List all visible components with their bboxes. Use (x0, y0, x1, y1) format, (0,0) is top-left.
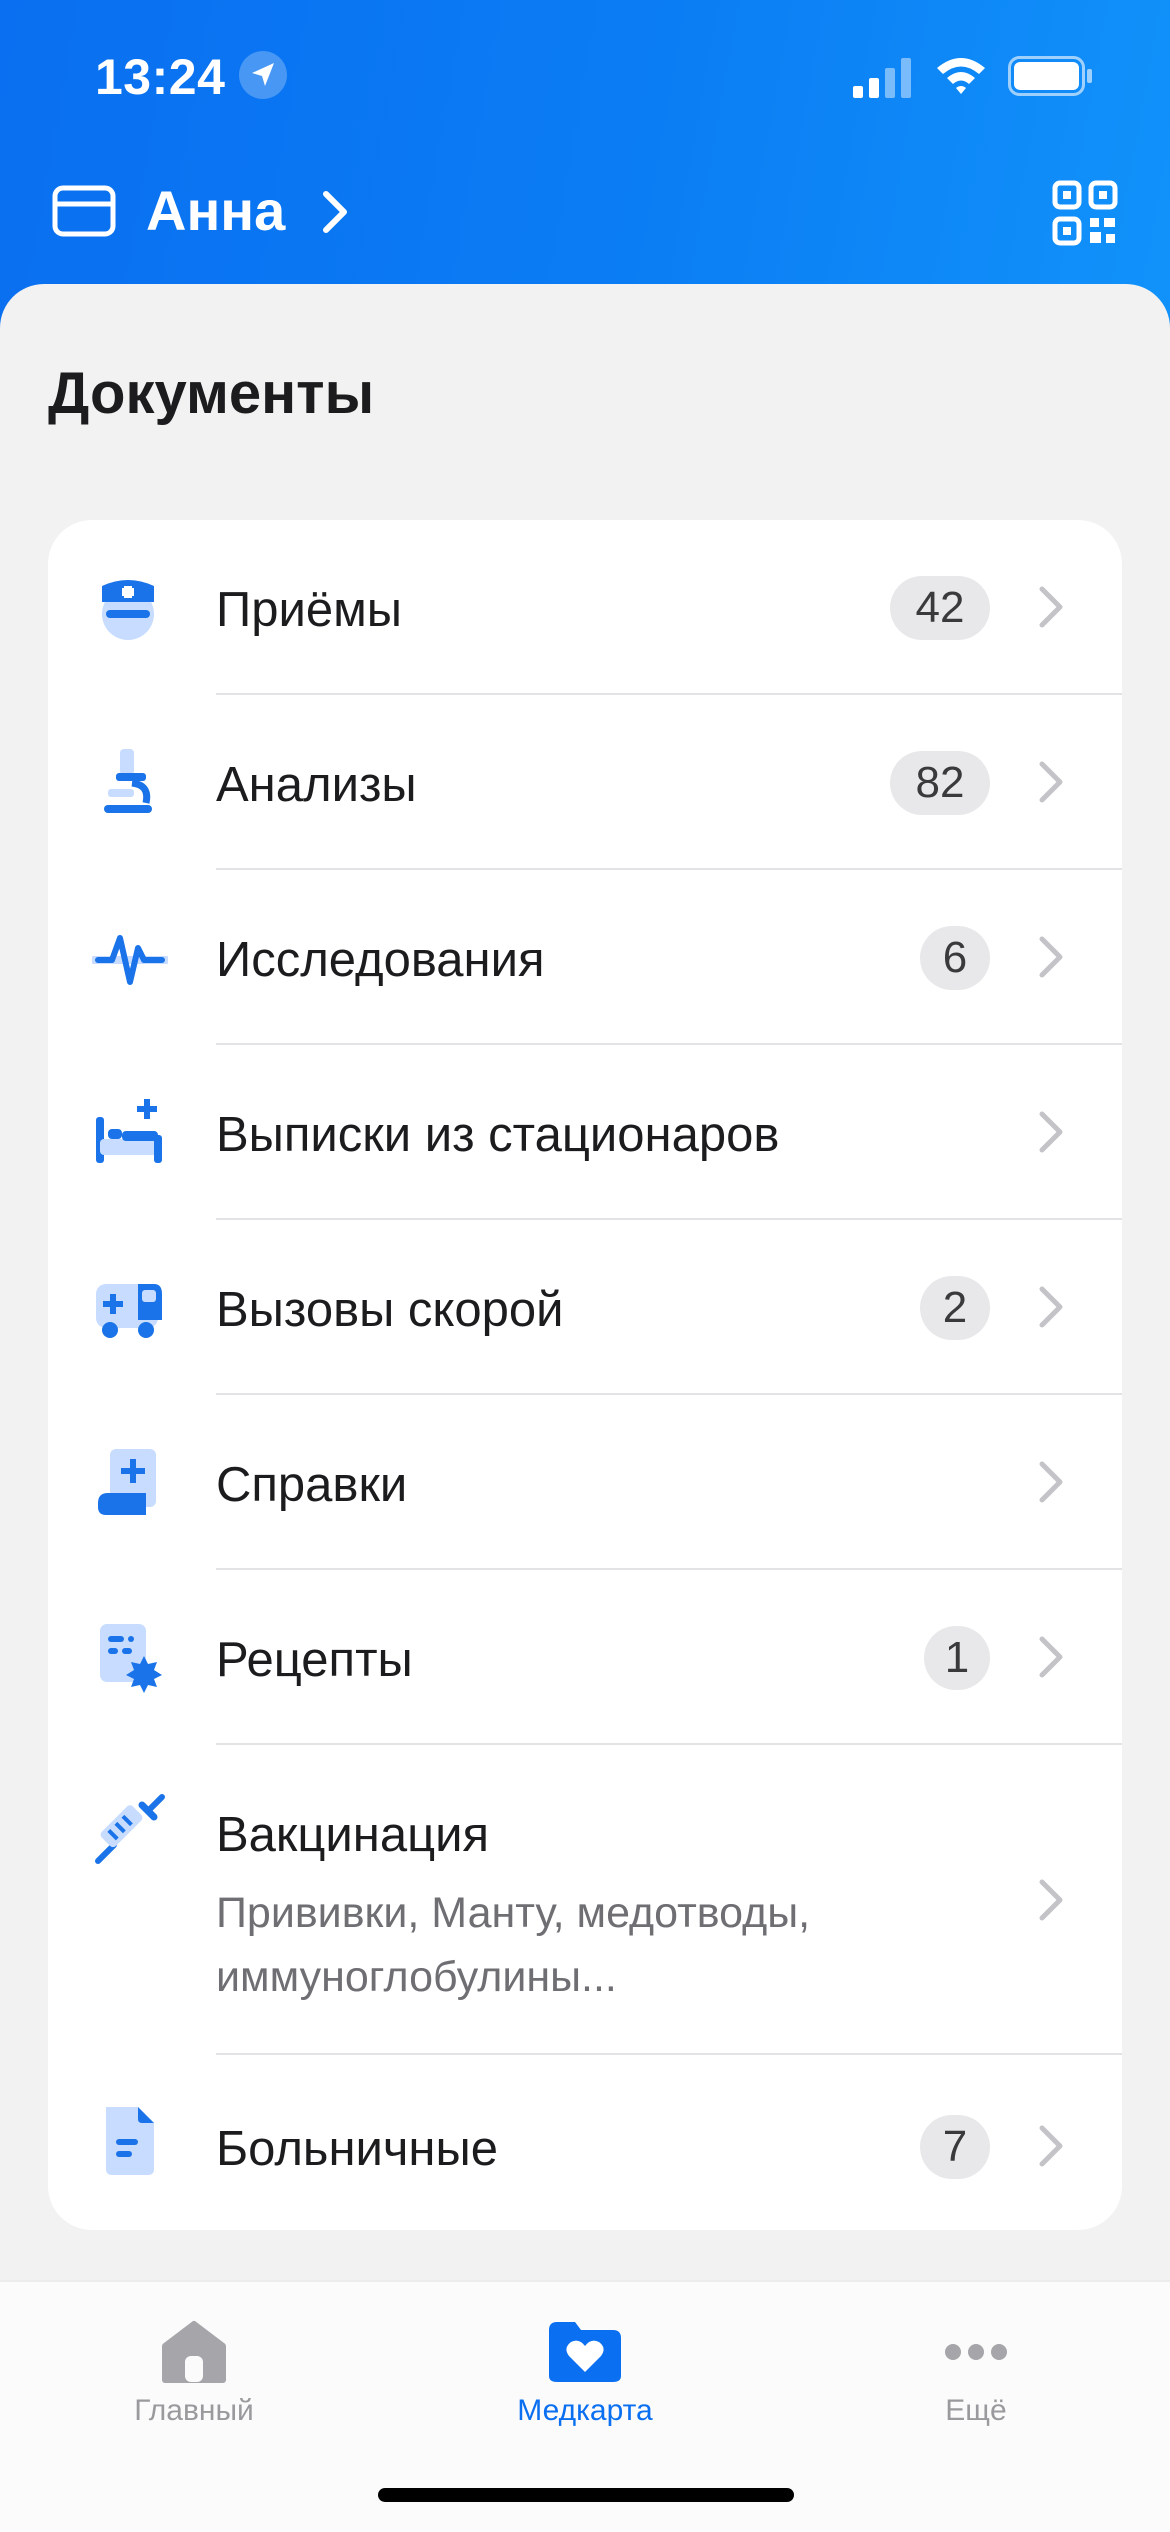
count-badge: 42 (890, 576, 990, 640)
chevron-right-icon (1039, 1461, 1063, 1503)
list-item-vaccination[interactable]: Вакцинация Прививки, Манту, медотводы, и… (48, 1745, 1122, 2055)
item-label: Исследования (216, 933, 545, 987)
home-icon (162, 2321, 226, 2383)
list-item-analyses[interactable]: Анализы 82 (48, 695, 1122, 870)
pulse-icon (92, 935, 168, 985)
item-label: Вакцинация (216, 1808, 490, 1862)
count-badge: 6 (920, 926, 990, 990)
count-badge: 2 (920, 1276, 990, 1340)
chevron-right-icon (1039, 586, 1063, 628)
chevron-right-icon (1039, 761, 1063, 803)
list-item-sick-leaves[interactable]: Больничные 7 (48, 2055, 1122, 2230)
medcard-folder-icon (549, 2322, 621, 2382)
count-badge: 82 (890, 751, 990, 815)
item-sublabel-line2: иммуноглобулины... (216, 1953, 617, 2001)
item-label: Вызовы скорой (216, 1283, 564, 1337)
user-name[interactable]: Анна (146, 178, 285, 243)
count-badge: 7 (920, 2115, 990, 2179)
card-icon[interactable] (52, 185, 116, 237)
list-item-studies[interactable]: Исследования 6 (48, 870, 1122, 1045)
tab-label: Ещё (945, 2394, 1007, 2427)
microscope-icon (104, 749, 152, 813)
list-item-ambulance-calls[interactable]: Вызовы скорой 2 (48, 1220, 1122, 1395)
item-label: Анализы (216, 758, 417, 812)
qr-code-icon[interactable] (1052, 180, 1118, 246)
more-icon (945, 2344, 1007, 2360)
item-sublabel-line1: Прививки, Манту, медотводы, (216, 1889, 811, 1937)
item-label: Справки (216, 1458, 408, 1512)
tab-label: Главный (134, 2394, 254, 2427)
status-time: 13:24 (95, 49, 226, 105)
item-label: Больничные (216, 2122, 498, 2176)
ambulance-icon (96, 1284, 162, 1338)
battery-icon (1008, 56, 1092, 96)
location-arrow-icon (239, 51, 287, 99)
list-item-certificates[interactable]: Справки (48, 1395, 1122, 1570)
wifi-icon (937, 58, 985, 94)
tab-home[interactable]: Главный (44, 2300, 344, 2460)
section-title: Документы (48, 361, 375, 426)
chevron-right-icon (1039, 1879, 1063, 1921)
item-label: Рецепты (216, 1633, 413, 1687)
chevron-right-icon (1039, 936, 1063, 978)
certificate-icon (98, 1449, 156, 1515)
cellular-signal-icon (853, 58, 911, 98)
documents-list: Приёмы 42 Анализы 82 Исследования 6 Выпи… (48, 520, 1122, 2230)
chevron-right-icon (1039, 2125, 1063, 2167)
chevron-right-icon[interactable] (318, 188, 352, 236)
syringe-icon (95, 1794, 165, 1864)
tab-label: Медкарта (517, 2394, 653, 2427)
count-badge: 1 (924, 1626, 990, 1690)
prescription-icon (100, 1624, 162, 1693)
content-sheet: Документы Приёмы 42 Анализы 82 Исследова… (0, 284, 1170, 2532)
tab-medcard[interactable]: Медкарта (435, 2300, 735, 2460)
chevron-right-icon (1039, 1636, 1063, 1678)
list-item-appointments[interactable]: Приёмы 42 (48, 520, 1122, 695)
hospital-bed-icon (96, 1099, 162, 1163)
sick-leave-doc-icon (106, 2107, 154, 2175)
home-indicator[interactable] (378, 2488, 794, 2502)
doctor-icon (102, 580, 154, 640)
chevron-right-icon (1039, 1111, 1063, 1153)
item-label: Выписки из стационаров (216, 1108, 780, 1162)
list-item-discharge-summaries[interactable]: Выписки из стационаров (48, 1045, 1122, 1220)
list-item-prescriptions[interactable]: Рецепты 1 (48, 1570, 1122, 1745)
item-label: Приёмы (216, 583, 402, 637)
tab-more[interactable]: Ещё (826, 2300, 1126, 2460)
chevron-right-icon (1039, 1286, 1063, 1328)
